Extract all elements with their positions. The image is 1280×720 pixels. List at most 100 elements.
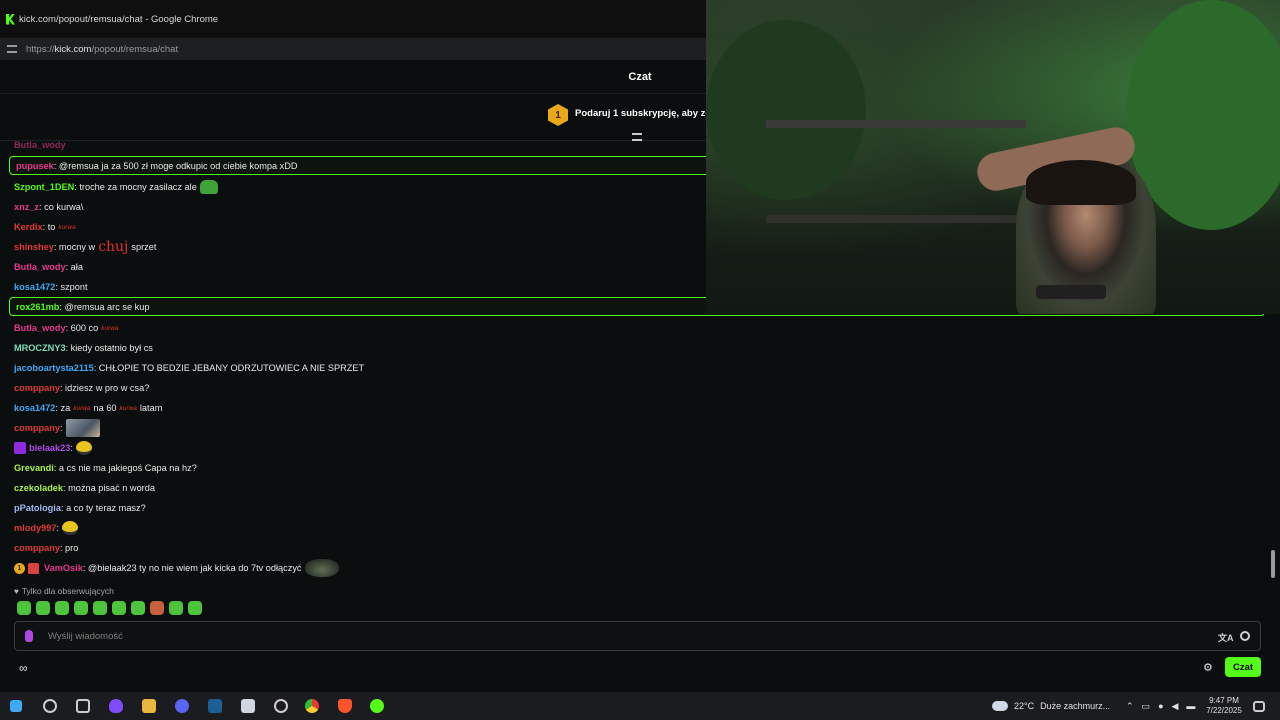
- quick-emote-8[interactable]: [150, 601, 164, 615]
- chat-message: xnz_z: co kurwa\: [14, 200, 83, 214]
- chat-username[interactable]: Butla_wody: [14, 262, 66, 272]
- chat-username[interactable]: comppany: [14, 423, 60, 433]
- chat-message-text: : CHŁOPIE TO BEDZIE JEBANY ODRZUTOWIEC A…: [93, 363, 365, 373]
- chat-username[interactable]: mlody997: [14, 523, 56, 533]
- mic-tray-icon[interactable]: ●: [1158, 701, 1163, 711]
- chat-username[interactable]: jacoboartysta2115: [14, 363, 94, 373]
- chat-input-box: 文A: [14, 621, 1261, 651]
- gauge-icon[interactable]: [274, 699, 288, 713]
- chat-username[interactable]: Grevandi: [14, 463, 54, 473]
- quick-emote-2[interactable]: [36, 601, 50, 615]
- chat-message-text: :: [70, 443, 73, 453]
- chat-message: shinshey: mocny w chuj sprzet: [14, 240, 156, 254]
- volume-icon[interactable]: ◀: [1172, 701, 1179, 712]
- battery-icon[interactable]: ▬: [1186, 701, 1195, 711]
- chat-username[interactable]: shinshey: [14, 242, 54, 252]
- chevron-up-icon[interactable]: ⌃: [1126, 701, 1134, 712]
- chat-message: comppany: pro: [14, 541, 78, 555]
- microphone: [1036, 285, 1106, 299]
- heart-icon: ♥: [14, 586, 19, 596]
- xbox-icon[interactable]: [370, 699, 384, 713]
- widget-icon[interactable]: [43, 699, 57, 713]
- start-icon[interactable]: [10, 700, 22, 712]
- notifications-icon[interactable]: [1253, 701, 1265, 712]
- chat-username[interactable]: comppany: [14, 383, 60, 393]
- chat-username[interactable]: kosa1472: [14, 282, 55, 292]
- send-chat-button[interactable]: Czat: [1225, 657, 1261, 677]
- site-settings-icon[interactable]: [7, 45, 17, 53]
- url-host: kick.com: [54, 43, 92, 55]
- chat-username[interactable]: MROCZNY3: [14, 343, 66, 353]
- quick-emote-10[interactable]: [188, 601, 202, 615]
- weather-widget[interactable]: 22°C Duże zachmurz...: [992, 692, 1110, 720]
- chat-username[interactable]: bielaak23: [29, 443, 70, 453]
- chat-message: Butla_wody: ała: [14, 260, 83, 274]
- chat-username[interactable]: Butla_wody: [14, 141, 66, 150]
- app-icon[interactable]: [109, 699, 123, 713]
- quick-emote-4[interactable]: [74, 601, 88, 615]
- folder-icon[interactable]: [142, 699, 156, 713]
- chat-input[interactable]: [48, 630, 1148, 642]
- quick-emote-1[interactable]: [17, 601, 31, 615]
- chat-message-text: : idziesz w pro w csa?: [59, 383, 150, 393]
- quick-emote-6[interactable]: [112, 601, 126, 615]
- chat-username[interactable]: Butla_wody: [14, 323, 66, 333]
- quick-emote-bar: [17, 601, 202, 615]
- kurwa-emote: kurwa: [119, 404, 137, 412]
- chat-username[interactable]: czekoladek: [14, 483, 63, 493]
- chat-message-text: sprzet: [131, 242, 157, 252]
- plant-left: [706, 20, 866, 200]
- chat-message-text: : @remsua ja za 500 zł moge odkupic od c…: [53, 160, 298, 171]
- chat-message: Szpont_1DEN: troche za mocny zasilacz al…: [14, 180, 218, 194]
- terminal-icon[interactable]: [76, 699, 90, 713]
- quick-emote-9[interactable]: [169, 601, 183, 615]
- gift-badge-icon: 1: [548, 104, 568, 126]
- chat-username[interactable]: rox261mb: [16, 302, 59, 312]
- emoji-icon[interactable]: [1240, 631, 1250, 641]
- chat-message-text: : 600 co: [65, 323, 99, 333]
- chat-message-text: latam: [139, 403, 163, 413]
- kurwa-emote: kurwa: [73, 404, 91, 412]
- chat-scrollbar[interactable]: [1271, 550, 1275, 578]
- points-infinity-icon[interactable]: ∞: [19, 661, 28, 675]
- quick-emote-7[interactable]: [131, 601, 145, 615]
- calendar-icon[interactable]: [241, 699, 255, 713]
- subscriber-badge-icon: [14, 442, 26, 454]
- chat-username[interactable]: pupusek: [16, 161, 54, 171]
- discord-icon[interactable]: [175, 699, 189, 713]
- chat-message: comppany: idziesz w pro w csa?: [14, 381, 149, 395]
- kurwa-emote: kurwa: [58, 223, 76, 231]
- url-path: /popout/remsua/chat: [91, 43, 179, 55]
- taskbar-clock[interactable]: 9:47 PM 7/22/2025: [1196, 696, 1252, 716]
- microphone-icon[interactable]: [25, 630, 33, 642]
- weather-desc: Duże zachmurz...: [1040, 701, 1111, 711]
- cloud-icon: [992, 701, 1008, 711]
- chat-message-text: : to: [42, 222, 56, 232]
- quick-emote-3[interactable]: [55, 601, 69, 615]
- windows-taskbar: 22°C Duże zachmurz... ⌃ ▭ ● ◀ ▬ 9:47 PM …: [0, 692, 1280, 720]
- brave-icon[interactable]: [338, 699, 352, 713]
- chat-username[interactable]: VamOsik: [44, 563, 83, 573]
- network-icon[interactable]: ▭: [1142, 701, 1151, 712]
- translate-icon[interactable]: 文A: [1218, 631, 1234, 644]
- chat-message: 1 VamOsik: @bielaak23 ty no nie wiem jak …: [14, 559, 339, 577]
- gear-icon[interactable]: ⚙: [1203, 661, 1213, 674]
- chat-message: Grevandi: a cs nie ma jakiegoś Capa na h…: [14, 461, 197, 475]
- chat-username[interactable]: kosa1472: [14, 403, 55, 413]
- quick-emote-5[interactable]: [93, 601, 107, 615]
- collapse-icon[interactable]: [632, 133, 642, 141]
- chat-message-text: : @bielaak23 ty no nie wiem jak kicka do…: [82, 563, 302, 573]
- steam-icon[interactable]: [208, 699, 222, 713]
- chat-username[interactable]: Szpont_1DEN: [14, 182, 74, 192]
- chat-username[interactable]: Kerdix: [14, 222, 43, 232]
- shelf-lower: [766, 215, 1026, 223]
- chat-username[interactable]: comppany: [14, 543, 60, 553]
- chat-username[interactable]: xnz_z: [14, 202, 39, 212]
- chat-username[interactable]: pPatologia: [14, 503, 61, 513]
- window-title: kick.com/popout/remsua/chat - Google Chr…: [19, 13, 219, 25]
- chrome-icon[interactable]: [305, 699, 319, 713]
- chat-message: comppany:: [14, 419, 100, 437]
- chat-message-text: na 60: [93, 403, 117, 413]
- chat-message-partial: Butla_wody: [14, 141, 66, 152]
- chat-message: pPatologia: a co ty teraz masz?: [14, 501, 146, 515]
